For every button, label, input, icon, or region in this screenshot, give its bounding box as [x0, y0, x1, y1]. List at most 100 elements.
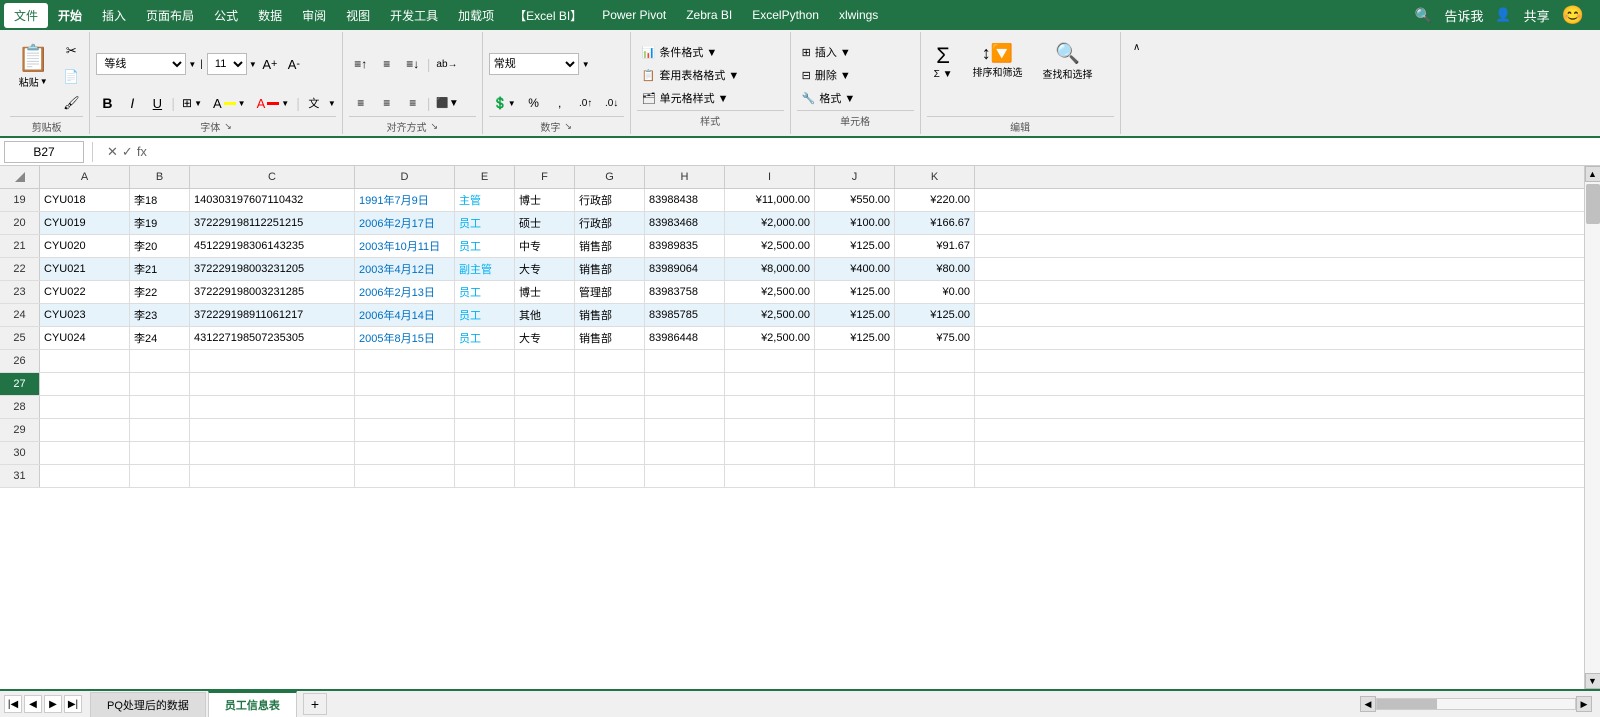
- cell-24-B[interactable]: 李23: [130, 304, 190, 326]
- cell-29-D[interactable]: [355, 419, 455, 441]
- delete-button[interactable]: ⊟ 删除 ▼: [797, 65, 914, 85]
- cell-27-I[interactable]: [725, 373, 815, 395]
- cell-28-C[interactable]: [190, 396, 355, 418]
- cell-30-K[interactable]: [895, 442, 975, 464]
- cell-22-B[interactable]: 李21: [130, 258, 190, 280]
- menu-file[interactable]: 文件: [4, 3, 48, 28]
- row-number-25[interactable]: 25: [0, 327, 40, 349]
- merge-button[interactable]: ⬛▼: [432, 92, 462, 114]
- menu-data[interactable]: 数据: [248, 3, 292, 28]
- cell-19-D[interactable]: 1991年7月9日: [355, 189, 455, 211]
- wen-button[interactable]: 文: [303, 92, 325, 114]
- cell-29-B[interactable]: [130, 419, 190, 441]
- cell-25-I[interactable]: ¥2,500.00: [725, 327, 815, 349]
- cell-20-D[interactable]: 2006年2月17日: [355, 212, 455, 234]
- cell-26-G[interactable]: [575, 350, 645, 372]
- align-top-button[interactable]: ≡↑: [349, 53, 373, 75]
- menu-view[interactable]: 视图: [336, 3, 380, 28]
- cut-button[interactable]: ✂: [59, 40, 83, 62]
- sheet-tab-pq[interactable]: PQ处理后的数据: [90, 692, 206, 717]
- share-label[interactable]: 共享: [1524, 6, 1550, 25]
- cell-31-G[interactable]: [575, 465, 645, 487]
- cell-31-B[interactable]: [130, 465, 190, 487]
- cell-style-button[interactable]: 🗂 单元格样式 ▼: [637, 88, 784, 108]
- cell-28-H[interactable]: [645, 396, 725, 418]
- cell-27-F[interactable]: [515, 373, 575, 395]
- cell-29-H[interactable]: [645, 419, 725, 441]
- cell-22-J[interactable]: ¥400.00: [815, 258, 895, 280]
- cell-30-I[interactable]: [725, 442, 815, 464]
- cell-20-H[interactable]: 83983468: [645, 212, 725, 234]
- cell-24-C[interactable]: 372229198911061217: [190, 304, 355, 326]
- cell-31-F[interactable]: [515, 465, 575, 487]
- sort-filter-button[interactable]: ↕🔽 排序和筛选: [965, 36, 1029, 86]
- cell-21-I[interactable]: ¥2,500.00: [725, 235, 815, 257]
- col-header-J[interactable]: J: [815, 166, 895, 188]
- menu-insert[interactable]: 插入: [92, 3, 136, 28]
- menu-dev[interactable]: 开发工具: [380, 3, 448, 28]
- scroll-down-button[interactable]: ▼: [1585, 673, 1600, 689]
- menu-home[interactable]: 开始: [48, 3, 92, 28]
- cell-30-D[interactable]: [355, 442, 455, 464]
- cell-22-E[interactable]: 副主管: [455, 258, 515, 280]
- cell-21-J[interactable]: ¥125.00: [815, 235, 895, 257]
- cell-30-A[interactable]: [40, 442, 130, 464]
- paste-button[interactable]: 📋 粘贴 ▼: [10, 36, 56, 96]
- table-format-button[interactable]: 📋 套用表格格式 ▼: [637, 65, 784, 85]
- cell-20-J[interactable]: ¥100.00: [815, 212, 895, 234]
- cell-23-F[interactable]: 博士: [515, 281, 575, 303]
- cell-24-K[interactable]: ¥125.00: [895, 304, 975, 326]
- cell-28-I[interactable]: [725, 396, 815, 418]
- wrap-text-button[interactable]: ab→: [432, 53, 461, 75]
- cell-28-A[interactable]: [40, 396, 130, 418]
- cell-23-H[interactable]: 83983758: [645, 281, 725, 303]
- cell-19-I[interactable]: ¥11,000.00: [725, 189, 815, 211]
- menu-zebra-bi[interactable]: Zebra BI: [676, 4, 742, 26]
- number-expand-icon[interactable]: ↘: [564, 121, 572, 132]
- cell-21-G[interactable]: 销售部: [575, 235, 645, 257]
- cell-25-G[interactable]: 销售部: [575, 327, 645, 349]
- border-button[interactable]: ⊞ ▼: [178, 92, 206, 114]
- cell-26-D[interactable]: [355, 350, 455, 372]
- cell-24-A[interactable]: CYU023: [40, 304, 130, 326]
- number-format-dropdown-icon[interactable]: ▼: [582, 60, 590, 69]
- cell-27-G[interactable]: [575, 373, 645, 395]
- hscroll-left-button[interactable]: ◀: [1360, 696, 1376, 712]
- row-number-20[interactable]: 20: [0, 212, 40, 234]
- cell-21-H[interactable]: 83989835: [645, 235, 725, 257]
- font-grow-button[interactable]: A+: [259, 53, 281, 75]
- cell-24-D[interactable]: 2006年4月14日: [355, 304, 455, 326]
- align-mid-button[interactable]: ≡: [375, 53, 399, 75]
- cell-28-D[interactable]: [355, 396, 455, 418]
- cell-19-J[interactable]: ¥550.00: [815, 189, 895, 211]
- cell-31-I[interactable]: [725, 465, 815, 487]
- scroll-track[interactable]: [1585, 182, 1600, 673]
- cell-19-F[interactable]: 博士: [515, 189, 575, 211]
- cell-27-D[interactable]: [355, 373, 455, 395]
- cell-25-J[interactable]: ¥125.00: [815, 327, 895, 349]
- cell-29-E[interactable]: [455, 419, 515, 441]
- col-header-I[interactable]: I: [725, 166, 815, 188]
- cell-28-G[interactable]: [575, 396, 645, 418]
- font-color-dropdown-icon[interactable]: ▼: [281, 99, 289, 108]
- row-number-23[interactable]: 23: [0, 281, 40, 303]
- cell-30-B[interactable]: [130, 442, 190, 464]
- cell-reference-input[interactable]: B27: [4, 141, 84, 163]
- cell-27-B[interactable]: [130, 373, 190, 395]
- menu-power-pivot[interactable]: Power Pivot: [592, 4, 676, 26]
- cell-19-G[interactable]: 行政部: [575, 189, 645, 211]
- cell-28-J[interactable]: [815, 396, 895, 418]
- cell-29-F[interactable]: [515, 419, 575, 441]
- cell-31-D[interactable]: [355, 465, 455, 487]
- font-expand-icon[interactable]: ↘: [224, 121, 232, 132]
- cell-23-K[interactable]: ¥0.00: [895, 281, 975, 303]
- cell-25-K[interactable]: ¥75.00: [895, 327, 975, 349]
- cell-31-H[interactable]: [645, 465, 725, 487]
- first-sheet-button[interactable]: |◀: [4, 695, 22, 713]
- cell-23-G[interactable]: 管理部: [575, 281, 645, 303]
- fill-dropdown-icon[interactable]: ▼: [238, 99, 246, 108]
- col-header-E[interactable]: E: [455, 166, 515, 188]
- cell-29-G[interactable]: [575, 419, 645, 441]
- cell-21-D[interactable]: 2003年10月11日: [355, 235, 455, 257]
- conditional-format-button[interactable]: 📊 条件格式 ▼: [637, 42, 784, 62]
